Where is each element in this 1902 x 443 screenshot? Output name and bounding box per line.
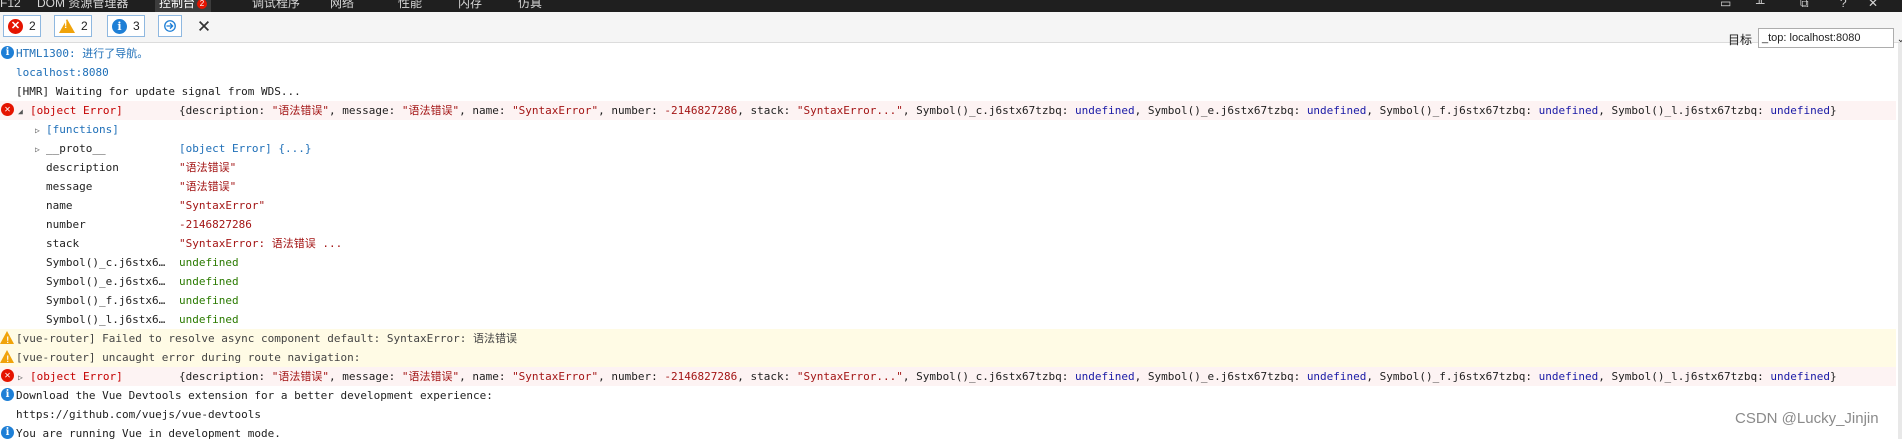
property-name: name <box>46 199 73 212</box>
console-message-log: [HMR] Waiting for update signal from WDS… <box>0 82 1896 101</box>
filter-info-button[interactable]: i 3 <box>107 15 145 37</box>
property-name: Symbol()_c.j6stx6… <box>46 256 166 269</box>
property-row: Symbol()_f.j6stx6… undefined <box>0 291 1896 310</box>
property-name: number <box>46 218 86 231</box>
preserve-log-icon <box>164 20 176 32</box>
property-value: undefined <box>179 313 239 326</box>
property-row: name "SyntaxError" <box>0 196 1896 215</box>
close-icon[interactable]: ✕ <box>1868 0 1878 10</box>
devtools-tab-strip: F12 DOM 资源管理器 控制台 2 调试程序 网络 性能 内存 仿真 ▭ ╨ … <box>0 0 1902 12</box>
tab-performance[interactable]: 性能 <box>398 0 422 12</box>
error-head: [object Error] <box>30 104 123 117</box>
expand-toggle[interactable]: ▷ <box>18 367 30 387</box>
property-value: "语法错误" <box>179 180 237 193</box>
tab-f12[interactable]: F12 <box>0 0 21 12</box>
warning-icon: ! <box>0 331 14 346</box>
error-head: [object Error] <box>30 370 123 383</box>
info-icon: i <box>1 426 14 439</box>
tab-debugger[interactable]: 调试程序 <box>252 0 300 12</box>
error-summary: {description: "语法错误", message: "语法错误", n… <box>179 104 1837 117</box>
warning-icon: ! <box>0 350 14 365</box>
tab-dom-explorer[interactable]: DOM 资源管理器 <box>37 0 128 12</box>
warning-message: [vue-router] uncaught error during route… <box>16 351 361 364</box>
hmr-message: [HMR] Waiting for update signal from WDS… <box>16 85 301 98</box>
proto-value: [object Error] {...} <box>179 142 312 155</box>
dev-mode-message: You are running Vue in development mode. <box>16 427 281 440</box>
error-summary: {description: "语法错误", message: "语法错误", n… <box>179 370 1837 383</box>
functions-label: [functions] <box>46 123 119 136</box>
property-value: "SyntaxError" <box>179 199 266 212</box>
preserve-log-button[interactable] <box>158 15 182 37</box>
property-row: message "语法错误" <box>0 177 1896 196</box>
tab-emulation[interactable]: 仿真 <box>518 0 542 12</box>
dock-icon[interactable]: ▭ <box>1720 0 1731 10</box>
tab-console-error-badge: 2 <box>197 0 208 9</box>
error-icon: ✕ <box>1 103 14 116</box>
console-message-info: i You are running Vue in development mod… <box>0 424 1896 443</box>
tab-console[interactable]: 控制台 2 <box>155 0 212 12</box>
clear-console-button[interactable] <box>192 15 216 37</box>
property-value: "语法错误" <box>179 161 237 174</box>
devtools-message: Download the Vue Devtools extension for … <box>16 389 493 402</box>
warning-message: [vue-router] Failed to resolve async com… <box>16 332 517 345</box>
info-icon: i <box>1 46 14 59</box>
property-name: Symbol()_f.j6stx6… <box>46 294 166 307</box>
console-message-url: https://github.com/vuejs/vue-devtools <box>0 405 1896 424</box>
property-row: Symbol()_c.j6stx6… undefined <box>0 253 1896 272</box>
tab-console-label: 控制台 <box>159 0 196 10</box>
help-icon[interactable]: ? <box>1840 0 1847 10</box>
console-warning-row: ! [vue-router] Failed to resolve async c… <box>0 329 1896 348</box>
watermark: CSDN @Lucky_Jinjin <box>1735 410 1879 427</box>
error-icon: ✕ <box>1 369 14 382</box>
tab-network[interactable]: 网络 <box>330 0 354 12</box>
warning-icon: ! <box>59 19 75 33</box>
info-count: 3 <box>133 19 140 33</box>
property-row: Symbol()_l.j6stx6… undefined <box>0 310 1896 329</box>
console-error-row[interactable]: ✕ ◢ [object Error] {description: "语法错误",… <box>0 101 1896 120</box>
nav-url[interactable]: localhost:8080 <box>16 63 109 82</box>
filter-warnings-button[interactable]: ! 2 <box>54 15 92 37</box>
filter-errors-button[interactable]: ✕ 2 <box>3 15 41 37</box>
nav-message: HTML1300: 进行了导航。 <box>16 47 149 60</box>
property-value: "SyntaxError: 语法错误 ... <box>179 237 343 250</box>
console-message-url: localhost:8080 <box>0 63 1896 82</box>
property-value: undefined <box>179 275 239 288</box>
info-icon: i <box>112 18 127 34</box>
property-row: description "语法错误" <box>0 158 1896 177</box>
tab-memory[interactable]: 内存 <box>458 0 482 12</box>
property-row: Symbol()_e.j6stx6… undefined <box>0 272 1896 291</box>
pin-icon[interactable]: ╨ <box>1756 0 1765 10</box>
property-value: undefined <box>179 256 239 269</box>
error-count: 2 <box>29 19 36 33</box>
proto-name: __proto__ <box>46 142 106 155</box>
property-name: description <box>46 161 119 174</box>
property-name: Symbol()_e.j6stx6… <box>46 275 166 288</box>
clear-icon <box>199 21 209 31</box>
functions-row[interactable]: ▷ [functions] <box>0 120 1896 139</box>
property-value: undefined <box>179 294 239 307</box>
console-output: i HTML1300: 进行了导航。 localhost:8080 [HMR] … <box>0 43 1898 440</box>
property-row: number -2146827286 <box>0 215 1896 234</box>
warning-count: 2 <box>81 19 88 33</box>
property-value: -2146827286 <box>179 218 252 231</box>
console-toolbar: ✕ 2 ! 2 i 3 目标 _top: localhost:8080 ⌄ <box>0 12 1902 48</box>
undock-icon[interactable]: ⧉ <box>1800 0 1809 10</box>
property-name: Symbol()_l.j6stx6… <box>46 313 166 326</box>
console-warning-row: ! [vue-router] uncaught error during rou… <box>0 348 1896 367</box>
error-icon: ✕ <box>8 18 23 34</box>
collapse-toggle[interactable]: ◢ <box>18 101 30 121</box>
devtools-url[interactable]: https://github.com/vuejs/vue-devtools <box>16 405 261 424</box>
console-message-info: i Download the Vue Devtools extension fo… <box>0 386 1896 405</box>
console-scrollbar[interactable] <box>1898 43 1902 439</box>
property-row: stack "SyntaxError: 语法错误 ... <box>0 234 1896 253</box>
info-icon: i <box>1 388 14 401</box>
proto-row[interactable]: ▷ __proto__ [object Error] {...} <box>0 139 1896 158</box>
console-message-info: i HTML1300: 进行了导航。 <box>0 44 1896 63</box>
console-error-row[interactable]: ✕ ▷ [object Error] {description: "语法错误",… <box>0 367 1896 386</box>
property-name: message <box>46 180 93 193</box>
property-name: stack <box>46 237 80 250</box>
